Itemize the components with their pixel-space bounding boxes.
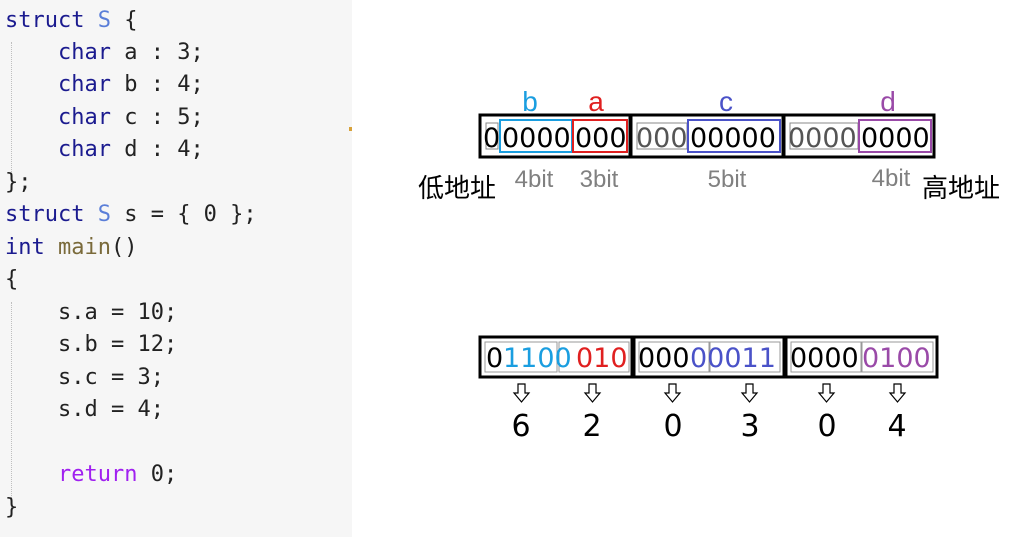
hex-digit: 0	[663, 409, 682, 444]
bottom-c-bits: 00011	[690, 343, 776, 374]
top-byte-3-lead-bits: 0000	[788, 123, 857, 154]
bottom-a-bits: 010	[576, 343, 628, 374]
down-arrow-icon	[663, 383, 682, 403]
cursor-mark	[349, 127, 352, 131]
hex-values: 6 2 0 3 0 4	[511, 409, 906, 444]
down-arrow-icon	[740, 383, 759, 403]
low-address-label: 低地址	[418, 174, 496, 204]
hex-digit: 6	[511, 409, 530, 444]
bottom-d-bits: 0100	[862, 343, 931, 374]
high-address-label: 高地址	[922, 174, 1000, 204]
top-byte-1-lead-bit: 0	[483, 123, 500, 154]
down-arrow-icon	[888, 383, 907, 403]
top-c-bits: 00000	[690, 123, 776, 154]
hex-digit: 0	[817, 409, 836, 444]
field-label-a: a	[588, 86, 604, 117]
bit-width-b: 4bit	[515, 166, 554, 193]
field-label-b: b	[522, 86, 538, 117]
top-b-bits: 0000	[502, 123, 571, 154]
hex-digit: 3	[740, 409, 759, 444]
top-field-labels: b a c d	[522, 86, 896, 117]
top-byte-2-lead-bits: 000	[636, 123, 688, 154]
down-arrow-icon	[817, 383, 836, 403]
down-arrow-icon	[583, 383, 602, 403]
top-bit-width-labels: 4bit 3bit 5bit 4bit	[515, 165, 911, 193]
top-d-bits: 0000	[861, 123, 930, 154]
field-label-c: c	[719, 86, 733, 117]
hex-digit: 2	[582, 409, 601, 444]
top-memory-row: 0 0000 000 000 00000 0000 0000	[478, 113, 936, 159]
top-a-bits: 000	[575, 123, 627, 154]
bottom-byte-2-lead-bits: 000	[638, 343, 690, 374]
bit-width-c: 5bit	[708, 166, 747, 193]
bit-width-a: 3bit	[580, 166, 619, 193]
field-label-d: d	[880, 86, 896, 117]
bottom-memory-row: 0 1100 010 000 00011 0000 0100	[478, 335, 939, 379]
bottom-byte-3-lead-bits: 0000	[790, 343, 859, 374]
bottom-b-bits: 1100	[503, 343, 572, 374]
hex-arrows	[512, 383, 907, 403]
hex-digit: 4	[887, 409, 906, 444]
down-arrow-icon	[512, 383, 531, 403]
bottom-byte-1-lead-bit: 0	[486, 343, 503, 374]
bit-width-d: 4bit	[872, 165, 911, 192]
bitfield-memory-diagram: b a c d 0 0000 000 000 00000 0000 0000 4…	[418, 86, 1000, 444]
